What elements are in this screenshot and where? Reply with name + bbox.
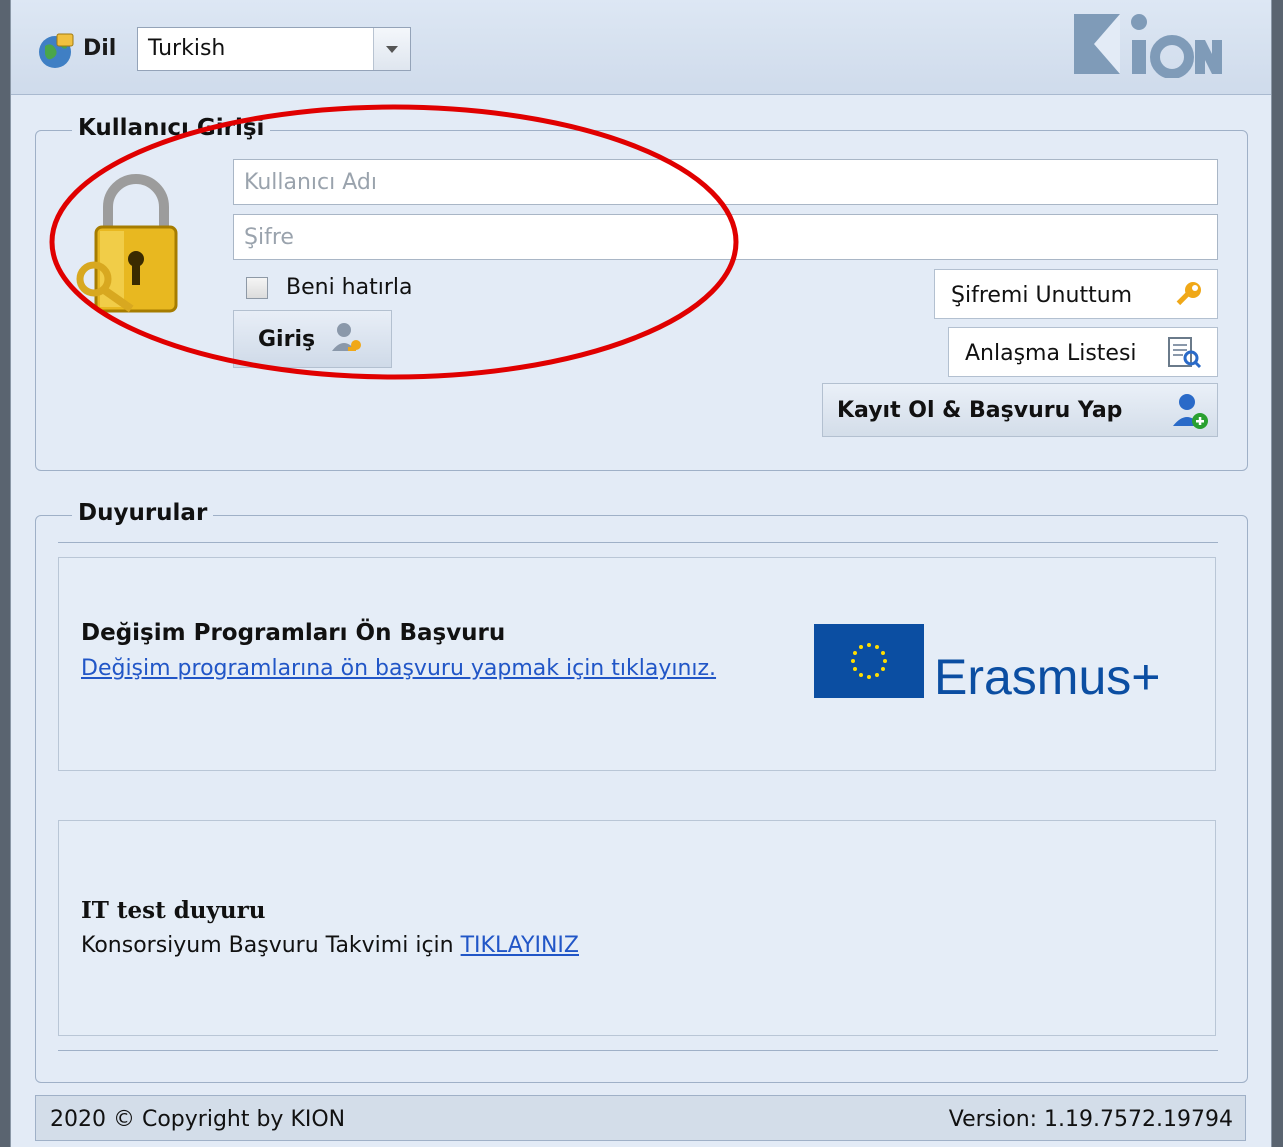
announcement-text: Konsorsiyum Başvuru Takvimi için TIKLAYI… [81, 933, 579, 958]
erasmus-text: Erasmus+ [934, 649, 1160, 700]
erasmus-logo: Erasmus+ [814, 624, 1160, 700]
login-button[interactable]: Giriş [233, 310, 392, 368]
top-bar: Dil Turkish [11, 0, 1271, 95]
announcement-link[interactable]: Değişim programlarına ön başvuru yapmak … [81, 654, 721, 684]
login-panel: Kullanıcı Girişi Kullanıcı Adı Şifre Ben… [35, 115, 1248, 471]
password-input[interactable]: Şifre [233, 214, 1218, 260]
announcement-link[interactable]: TIKLAYINIZ [461, 933, 579, 958]
divider [58, 542, 1218, 543]
globe-icon [39, 33, 74, 68]
agreement-list-label: Anlaşma Listesi [965, 341, 1137, 366]
announcement-title: IT test duyuru [81, 897, 266, 924]
language-select[interactable]: Turkish [137, 27, 411, 71]
version-text: Version: 1.19.7572.19794 [948, 1107, 1233, 1132]
language-label: Dil [83, 36, 117, 61]
agreement-list-button[interactable]: Anlaşma Listesi [948, 327, 1218, 377]
login-window: Dil Turkish Kullanıcı Girişi Kullanıcı A… [10, 0, 1272, 1147]
announcement-title: Değişim Programları Ön Başvuru [81, 620, 506, 646]
username-input[interactable]: Kullanıcı Adı [233, 159, 1218, 205]
announcement-text-body: Konsorsiyum Başvuru Takvimi için [81, 933, 461, 958]
user-key-icon [332, 323, 361, 351]
login-button-label: Giriş [258, 327, 316, 352]
divider [58, 1050, 1218, 1051]
announcements-panel: Duyurular Değişim Programları Ön Başvuru… [35, 500, 1248, 1083]
login-title: Kullanıcı Girişi [72, 115, 271, 141]
remember-label: Beni hatırla [286, 275, 413, 300]
footer-bar: 2020 © Copyright by KION Version: 1.19.7… [35, 1095, 1246, 1141]
lock-icon [76, 174, 178, 313]
forgot-password-label: Şifremi Unuttum [951, 283, 1133, 308]
kion-logo [1074, 14, 1222, 78]
announcement-item: Değişim Programları Ön Başvuru Değişim p… [58, 557, 1216, 771]
announcement-item: IT test duyuru Konsorsiyum Başvuru Takvi… [58, 820, 1216, 1036]
forgot-password-button[interactable]: Şifremi Unuttum [934, 269, 1218, 319]
chevron-down-icon[interactable] [373, 28, 410, 70]
language-value: Turkish [148, 36, 226, 61]
copyright-text: 2020 © Copyright by KION [50, 1107, 346, 1132]
key-icon [1176, 282, 1201, 306]
document-search-icon [1168, 337, 1202, 369]
remember-checkbox[interactable] [246, 277, 268, 299]
add-user-icon [1173, 394, 1208, 429]
announcements-title: Duyurular [72, 500, 214, 526]
register-label: Kayıt Ol & Başvuru Yap [837, 398, 1123, 423]
register-button[interactable]: Kayıt Ol & Başvuru Yap [822, 383, 1218, 437]
